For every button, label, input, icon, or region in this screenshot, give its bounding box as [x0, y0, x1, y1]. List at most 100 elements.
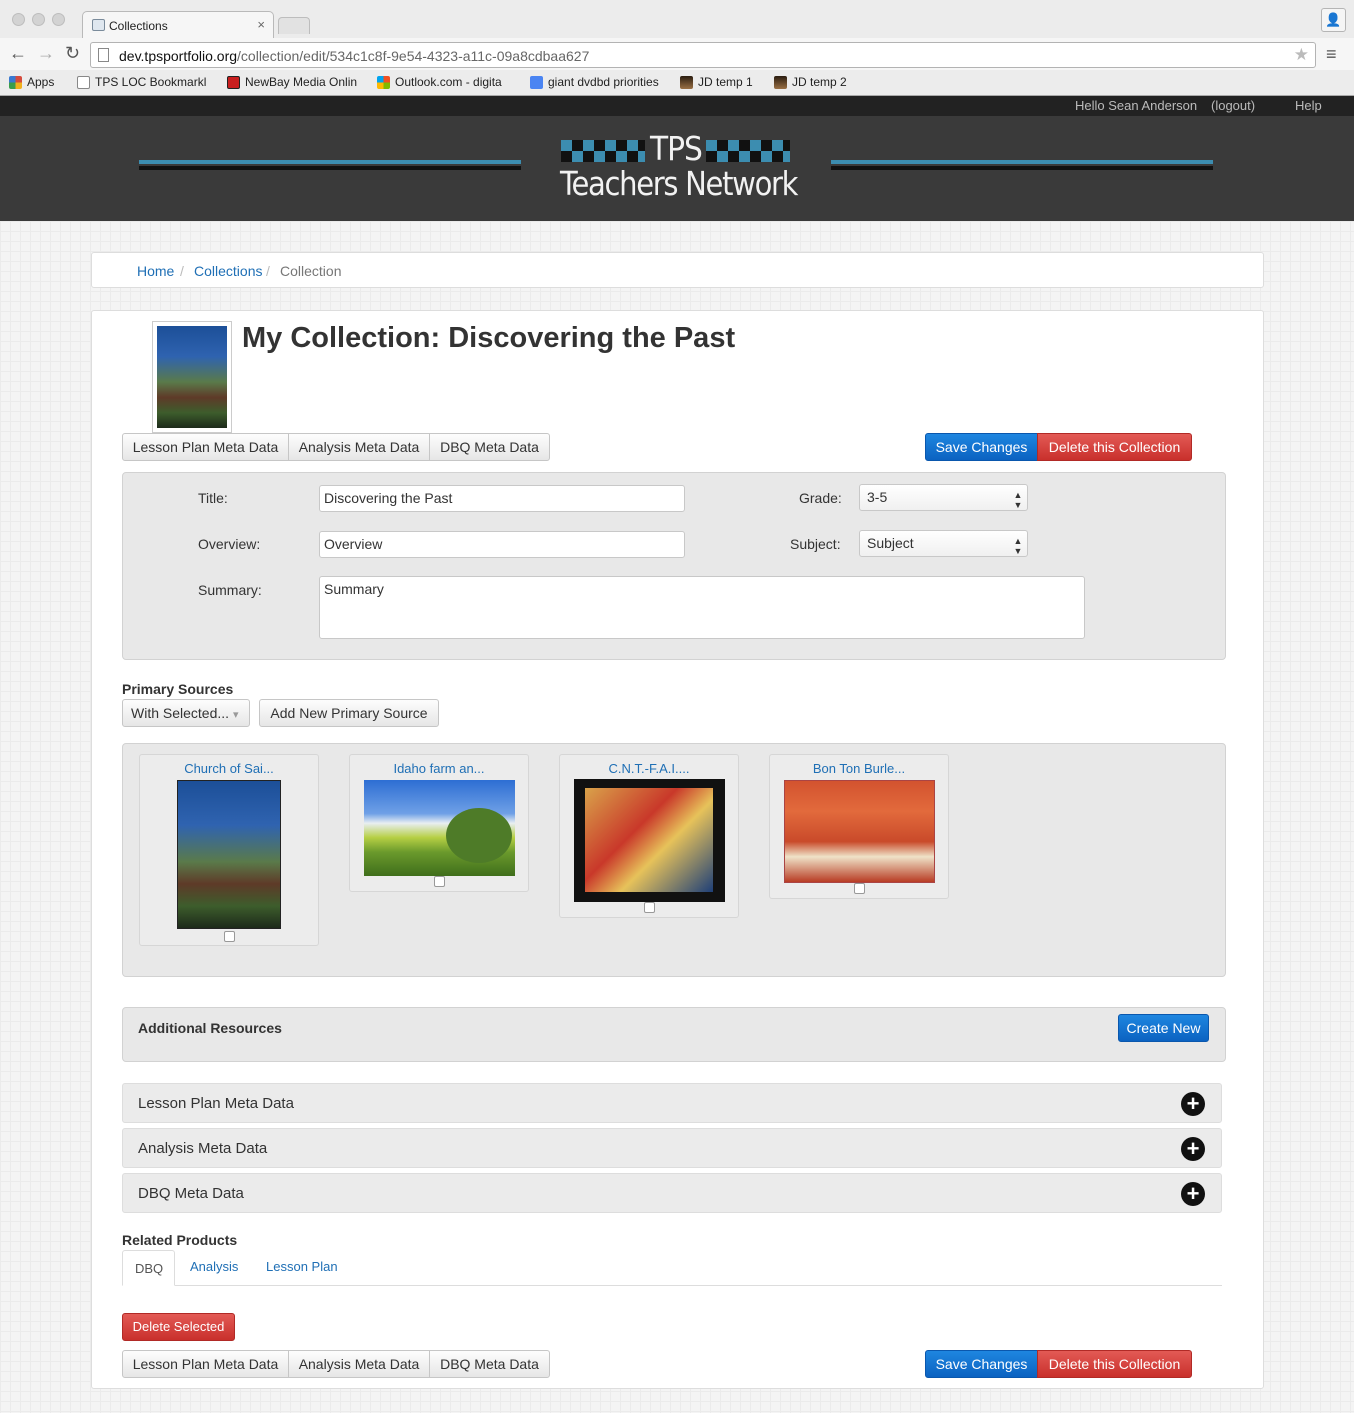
with-selected-dropdown[interactable]: With Selected... ▾ [122, 699, 250, 727]
save-changes-button[interactable]: Save Changes [925, 433, 1038, 461]
select-arrows-icon: ▲▼ [1013, 490, 1023, 510]
subject-value: Subject [867, 535, 914, 551]
tab-dbq-meta-data-bottom[interactable]: DBQ Meta Data [429, 1350, 550, 1378]
source-checkbox[interactable] [224, 931, 235, 942]
summary-label: Summary: [198, 582, 262, 598]
logo-tps[interactable]: TPS [650, 129, 703, 168]
source-title[interactable]: Bon Ton Burle... [770, 761, 948, 776]
poster-art [585, 788, 713, 892]
page-icon [77, 75, 90, 89]
bookmark-apps[interactable]: Apps [9, 75, 54, 89]
tab-lesson-plan[interactable]: Lesson Plan [266, 1259, 338, 1274]
close-window-button[interactable] [12, 13, 25, 26]
accordion-analysis-meta-data[interactable]: Analysis Meta Data + [122, 1128, 1222, 1168]
source-checkbox[interactable] [644, 902, 655, 913]
tree-shape [446, 808, 512, 863]
bookmark-jd-temp-2[interactable]: JD temp 2 [774, 75, 847, 89]
bookmark-outlook[interactable]: Outlook.com - digita [377, 75, 502, 89]
grade-label: Grade: [799, 490, 842, 506]
breadcrumb-separator: / [180, 263, 184, 279]
breadcrumb: Home / Collections / Collection [91, 252, 1264, 288]
tab-title: Collections [109, 19, 168, 33]
logo-checker-right [706, 140, 790, 162]
breadcrumb-collections[interactable]: Collections [194, 263, 262, 279]
tab-close-icon[interactable]: × [257, 17, 265, 32]
accordion-lesson-plan-meta-data[interactable]: Lesson Plan Meta Data + [122, 1083, 1222, 1123]
accordion-label: Lesson Plan Meta Data [138, 1095, 294, 1112]
back-arrow-icon[interactable]: ← [9, 43, 27, 64]
primary-sources-heading: Primary Sources [122, 681, 234, 697]
forward-arrow-icon[interactable]: → [37, 43, 55, 64]
maximize-window-button[interactable] [52, 13, 65, 26]
cnt-fai-poster[interactable] [574, 779, 725, 902]
accordion-dbq-meta-data[interactable]: DBQ Meta Data + [122, 1173, 1222, 1213]
help-link[interactable]: Help [1295, 98, 1322, 113]
browser-tab[interactable]: Collections × [82, 11, 274, 38]
tab-analysis-meta-data[interactable]: Analysis Meta Data [288, 433, 430, 461]
source-card: Church of Sai... [139, 754, 319, 946]
profile-icon[interactable]: 👤 [1321, 8, 1346, 32]
tab-analysis[interactable]: Analysis [190, 1259, 238, 1274]
bookmark-newbay[interactable]: NewBay Media Onlin [227, 75, 357, 89]
bookmark-star-icon[interactable]: ★ [1294, 45, 1309, 65]
reload-icon[interactable]: ↻ [65, 43, 80, 64]
title-input[interactable]: Discovering the Past [319, 485, 685, 512]
source-card: Bon Ton Burle... [769, 754, 949, 899]
plus-circle-icon[interactable]: + [1181, 1137, 1205, 1161]
google-g-icon [530, 75, 543, 89]
tabs-divider [122, 1285, 1222, 1286]
address-bar[interactable]: dev.tpsportfolio.org/collection/edit/534… [90, 42, 1316, 68]
banner-stripe-left [139, 160, 521, 170]
collection-thumbnail[interactable] [152, 321, 232, 433]
save-changes-button-bottom[interactable]: Save Changes [925, 1350, 1038, 1378]
browser-menu-icon[interactable]: ≡ [1326, 44, 1337, 65]
related-products-heading: Related Products [122, 1232, 238, 1248]
grade-value: 3-5 [867, 489, 888, 505]
source-card: C.N.T.-F.A.I.... [559, 754, 739, 918]
tab-lesson-plan-meta-data-bottom[interactable]: Lesson Plan Meta Data [122, 1350, 289, 1378]
source-title[interactable]: Idaho farm an... [350, 761, 528, 776]
logout-link[interactable]: (logout) [1211, 98, 1255, 113]
summary-textarea[interactable]: Summary [319, 576, 1085, 639]
minimize-window-button[interactable] [32, 13, 45, 26]
source-checkbox[interactable] [434, 876, 445, 887]
tab-lesson-plan-meta-data[interactable]: Lesson Plan Meta Data [122, 433, 289, 461]
logo-teachers-network[interactable]: Teachers Network [560, 164, 798, 203]
accordion-label: Analysis Meta Data [138, 1140, 268, 1157]
tab-dbq[interactable]: DBQ [122, 1250, 175, 1286]
source-title[interactable]: C.N.T.-F.A.I.... [560, 761, 738, 776]
delete-collection-button[interactable]: Delete this Collection [1037, 433, 1192, 461]
grade-select[interactable]: 3-5 ▲▼ [859, 484, 1028, 511]
site-topbar: Hello Sean Anderson (logout) Help [0, 96, 1354, 116]
church-photo[interactable] [177, 780, 281, 929]
subject-select[interactable]: Subject ▲▼ [859, 530, 1028, 557]
bookmark-jd-temp-1[interactable]: JD temp 1 [680, 75, 753, 89]
bookmark-tps-loc[interactable]: TPS LOC Bookmarkl [77, 75, 206, 89]
bookmark-giant-dvdbd[interactable]: giant dvdbd priorities [530, 75, 659, 89]
farm-landscape-photo[interactable] [364, 780, 515, 876]
source-title[interactable]: Church of Sai... [140, 761, 318, 776]
plus-circle-icon[interactable]: + [1181, 1092, 1205, 1116]
logo-checker-left [561, 140, 645, 162]
additional-resources-heading: Additional Resources [138, 1020, 282, 1036]
title-label: Title: [198, 490, 228, 506]
select-arrows-icon: ▲▼ [1013, 536, 1023, 556]
create-new-button[interactable]: Create New [1118, 1014, 1209, 1042]
delete-selected-button[interactable]: Delete Selected [122, 1313, 235, 1341]
tab-dbq-meta-data[interactable]: DBQ Meta Data [429, 433, 550, 461]
source-checkbox[interactable] [854, 883, 865, 894]
new-tab-button[interactable] [278, 17, 310, 34]
apps-grid-icon [9, 75, 22, 89]
banner-stripe-right [831, 160, 1213, 170]
delete-collection-button-bottom[interactable]: Delete this Collection [1037, 1350, 1192, 1378]
tab-analysis-meta-data-bottom[interactable]: Analysis Meta Data [288, 1350, 430, 1378]
church-photo [157, 326, 227, 428]
overview-input[interactable]: Overview [319, 531, 685, 558]
breadcrumb-current: Collection [280, 263, 342, 279]
source-card: Idaho farm an... [349, 754, 529, 892]
breadcrumb-separator: / [266, 263, 270, 279]
breadcrumb-home[interactable]: Home [137, 263, 174, 279]
bon-ton-poster[interactable] [784, 780, 935, 883]
plus-circle-icon[interactable]: + [1181, 1182, 1205, 1206]
add-primary-source-button[interactable]: Add New Primary Source [259, 699, 439, 727]
